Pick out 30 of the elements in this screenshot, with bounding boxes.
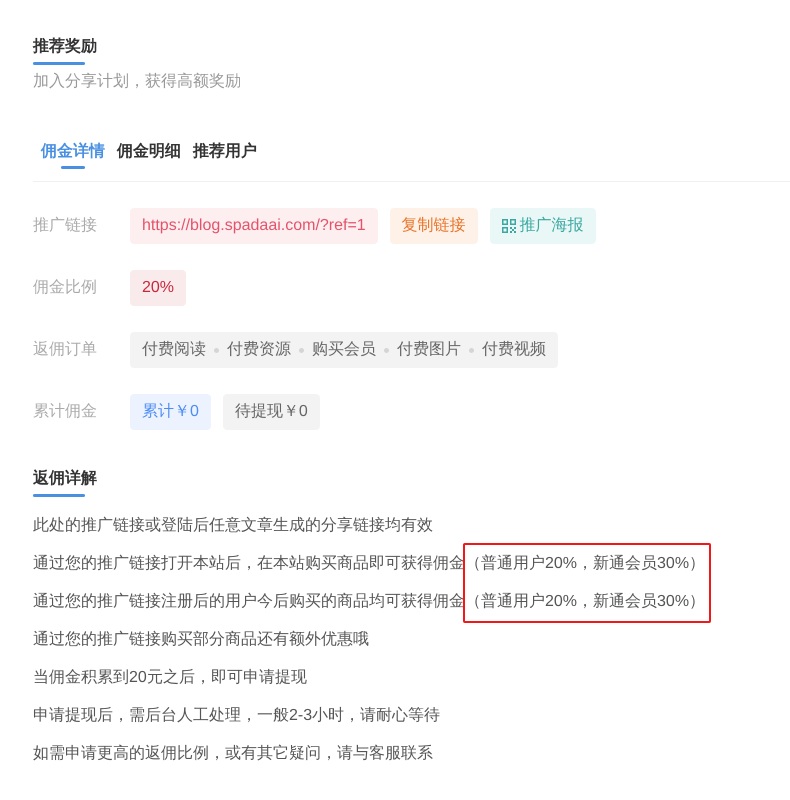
- field-label: 返佣订单: [33, 340, 98, 360]
- order-type: 付费视频: [482, 340, 546, 360]
- tab[interactable]: 佣金明细: [117, 141, 181, 169]
- rate-note: （普通用户20%，新通会员30%）: [465, 591, 706, 612]
- detail-line: 通过您的推广链接打开本站后，在本站购买商品即可获得佣金: [33, 554, 465, 574]
- total-commission: 累计￥0: [130, 394, 211, 430]
- commission-rate: 20%: [130, 270, 186, 306]
- detail-line: 当佣金积累到20元之后，即可申请提现: [33, 668, 308, 688]
- field-label: 累计佣金: [33, 402, 98, 422]
- tab[interactable]: 推荐用户: [193, 141, 257, 169]
- detail-line: 通过您的推广链接购买部分商品还有额外优惠哦: [33, 630, 370, 650]
- subtitle: 加入分享计划，获得高额奖励: [33, 72, 241, 92]
- order-type: 付费阅读: [142, 340, 206, 360]
- detail-line: 通过您的推广链接注册后的用户今后购买的商品均可获得佣金: [33, 592, 465, 612]
- order-type: 付费资源: [227, 340, 291, 360]
- detail-line: 申请提现后，需后台人工处理，一般2-3小时，请耐心等待: [33, 706, 442, 726]
- section-title: 推荐奖励: [33, 36, 97, 57]
- pending-withdrawal: 待提现￥0: [222, 394, 320, 430]
- detail-line: 如需申请更高的返佣比例，或有其它疑问，请与客服联系: [33, 744, 434, 764]
- qr-code-icon: [502, 219, 516, 233]
- rate-note: （普通用户20%，新通会员30%）: [465, 553, 706, 574]
- order-type: 购买会员: [312, 340, 376, 360]
- order-type: 付费图片: [397, 340, 461, 360]
- field-label: 佣金比例: [33, 278, 98, 298]
- copy-link-button[interactable]: 复制链接: [390, 208, 478, 244]
- tab[interactable]: 佣金详情: [41, 141, 105, 169]
- detail-line: 此处的推广链接或登陆后任意文章生成的分享链接均有效: [33, 516, 434, 536]
- field-label: 推广链接: [33, 216, 98, 236]
- section-title: 返佣详解: [33, 468, 97, 489]
- poster-button[interactable]: 推广海报: [490, 208, 596, 244]
